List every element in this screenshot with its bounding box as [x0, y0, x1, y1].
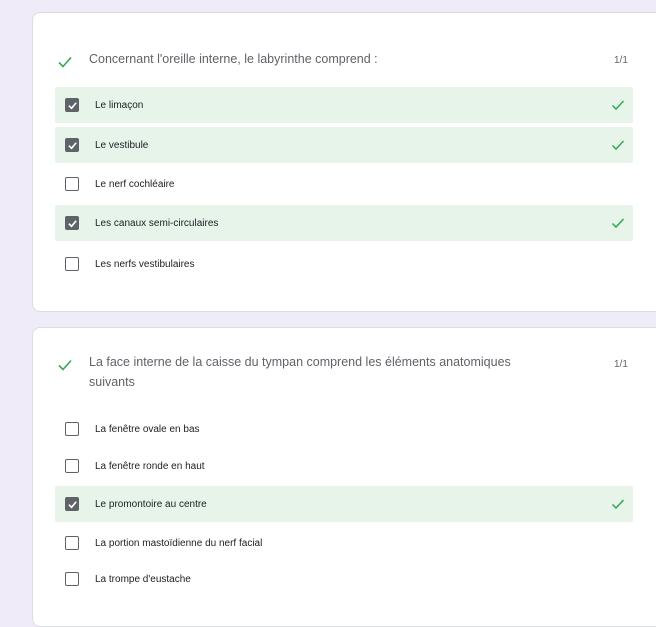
- answer-option[interactable]: Le promontoire au centre: [55, 486, 633, 522]
- checkbox[interactable]: [65, 138, 79, 152]
- answer-option[interactable]: La fenêtre ronde en haut: [55, 448, 633, 484]
- question-score: 1/1: [614, 359, 628, 370]
- correct-check-icon: [611, 100, 625, 111]
- answer-option[interactable]: La portion mastoïdienne du nerf facial: [55, 525, 633, 561]
- option-label: La trompe d'eustache: [95, 573, 191, 585]
- answer-option[interactable]: Les canaux semi-circulaires: [55, 205, 633, 241]
- option-label: Le vestibule: [95, 139, 149, 151]
- answer-option[interactable]: Le limaçon: [55, 87, 633, 123]
- answer-option[interactable]: La fenêtre ovale en bas: [55, 411, 633, 447]
- checkbox[interactable]: [65, 572, 79, 586]
- option-label: La portion mastoïdienne du nerf facial: [95, 537, 263, 549]
- option-label: La fenêtre ovale en bas: [95, 423, 200, 435]
- check-icon: [58, 56, 72, 68]
- option-label: Le limaçon: [95, 99, 144, 111]
- question-title: Concernant l'oreille interne, le labyrin…: [89, 52, 378, 66]
- correct-check-icon: [611, 140, 625, 151]
- answer-option[interactable]: Le nerf cochléaire: [55, 166, 633, 202]
- question-score: 1/1: [614, 55, 628, 66]
- checkbox[interactable]: [65, 497, 79, 511]
- option-label: La fenêtre ronde en haut: [95, 460, 205, 472]
- option-label: Les canaux semi-circulaires: [95, 217, 219, 229]
- checkbox[interactable]: [65, 98, 79, 112]
- checkbox[interactable]: [65, 177, 79, 191]
- answer-option[interactable]: Le vestibule: [55, 127, 633, 163]
- checkbox-check-icon: [67, 219, 77, 227]
- question-title: La face interne de la caisse du tympan c…: [89, 355, 511, 389]
- question-card: Concernant l'oreille interne, le labyrin…: [32, 12, 656, 312]
- checkbox[interactable]: [65, 459, 79, 473]
- checkbox-check-icon: [67, 141, 77, 149]
- checkbox[interactable]: [65, 536, 79, 550]
- option-label: Le nerf cochléaire: [95, 178, 175, 190]
- checkbox[interactable]: [65, 422, 79, 436]
- answer-option[interactable]: Les nerfs vestibulaires: [55, 246, 633, 282]
- correct-check-icon: [611, 499, 625, 510]
- question-card: La face interne de la caisse du tympan c…: [32, 327, 656, 627]
- check-icon: [58, 359, 72, 371]
- option-label: Le promontoire au centre: [95, 498, 207, 510]
- checkbox[interactable]: [65, 257, 79, 271]
- checkbox-check-icon: [67, 500, 77, 508]
- checkbox[interactable]: [65, 216, 79, 230]
- checkbox-check-icon: [67, 101, 77, 109]
- correct-check-icon: [611, 218, 625, 229]
- option-label: Les nerfs vestibulaires: [95, 258, 195, 270]
- answer-option[interactable]: La trompe d'eustache: [55, 561, 633, 597]
